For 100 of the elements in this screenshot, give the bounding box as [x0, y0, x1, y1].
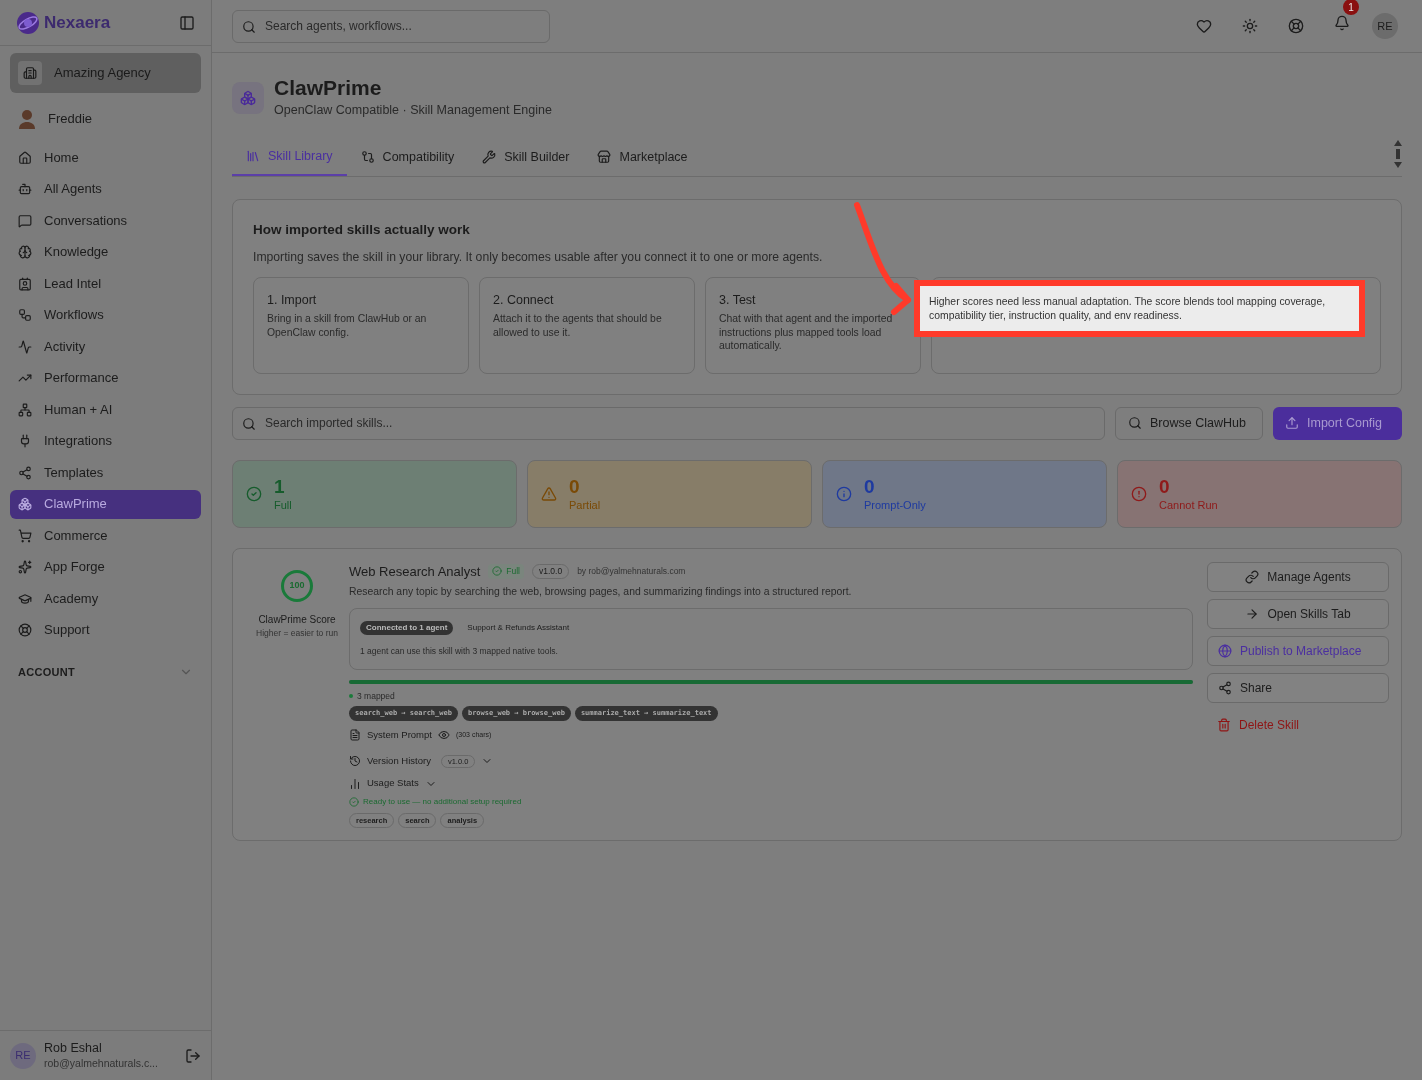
info-icon	[836, 485, 852, 502]
globe-icon	[1218, 643, 1232, 658]
nav-item[interactable]: App Forge	[10, 552, 201, 582]
lifebuoy-icon	[18, 623, 32, 637]
nav-item[interactable]: Conversations	[10, 206, 201, 235]
cubes-icon	[18, 497, 32, 511]
stat-label: Prompt-Only	[864, 498, 926, 513]
score-ring: 100	[281, 569, 313, 602]
score-hint: Higher = easier to run	[256, 626, 338, 640]
search-field[interactable]: Search agents, workflows...	[232, 9, 550, 43]
help-button[interactable]	[1288, 18, 1304, 34]
avatar-icon	[18, 109, 36, 129]
nav-item[interactable]: Integrations	[10, 426, 201, 456]
nav-item[interactable]: Templates	[10, 458, 201, 487]
stat-label: Partial	[569, 498, 601, 513]
search-icon	[242, 19, 256, 34]
persona-item[interactable]: Freddie	[10, 101, 201, 137]
nav-item[interactable]: Academy	[10, 584, 201, 613]
network-icon	[18, 402, 32, 417]
workspace-switcher[interactable]: Amazing Agency	[10, 53, 201, 93]
nav-item[interactable]: Activity	[10, 332, 201, 361]
upload-icon	[1285, 416, 1299, 431]
robot-icon	[18, 182, 32, 196]
chat-bubble-icon	[18, 213, 32, 228]
share-icon	[1218, 680, 1232, 695]
skill-description: Research any topic by searching the web, browsing pages, and summarizing findings into a structured report.	[349, 585, 853, 600]
tab[interactable]: Skill Library	[232, 138, 347, 176]
graduation-cap-icon	[18, 591, 32, 606]
nav-item[interactable]: All Agents	[10, 174, 201, 204]
document-icon	[349, 729, 361, 742]
theme-button[interactable]	[1242, 18, 1258, 34]
page-title: ClawPrime	[274, 75, 383, 101]
action-button[interactable]: Share	[1207, 672, 1389, 703]
nav-item[interactable]: Support	[10, 615, 201, 645]
view-prompt-button[interactable]	[437, 729, 450, 742]
sparkle-icon	[18, 560, 32, 574]
nav-item[interactable]: Performance	[10, 363, 201, 393]
account-section[interactable]: ACCOUNT	[10, 659, 201, 685]
alert-icon	[1131, 485, 1147, 502]
ready-status: Ready to use — no additional setup required	[363, 795, 522, 808]
stat-label: Cannot Run	[1159, 498, 1218, 513]
action-button[interactable]: Manage Agents	[1207, 561, 1389, 592]
search-icon	[1128, 416, 1142, 431]
score-label: ClawPrime Score	[258, 612, 336, 627]
step-title: 3. Test	[719, 291, 757, 309]
nav-item[interactable]: Home	[10, 143, 201, 172]
building-icon	[23, 66, 37, 80]
home-icon	[18, 150, 32, 165]
cart-icon	[18, 528, 32, 543]
compare-icon	[360, 150, 375, 164]
skill-search-field[interactable]: Search imported skills...	[232, 406, 1105, 440]
tab[interactable]: Marketplace	[583, 138, 702, 176]
section-title: How imported skills actually work	[253, 221, 471, 239]
store-icon	[597, 150, 612, 164]
step-title: 2. Connect	[493, 291, 555, 309]
step-text: Attach it to the agents that should be allowed to use it.	[493, 312, 663, 340]
scroll-arrows-icon	[1394, 140, 1402, 168]
usage-stats-toggle[interactable]: Usage Stats	[349, 776, 437, 791]
brand-name: Nexaera	[44, 11, 111, 34]
share-icon	[18, 465, 32, 480]
tooltip-text: Higher scores need less manual adaptation. The score blends tool mapping coverage, compatibility tier, instruction quality, and env readiness.	[929, 295, 1327, 322]
import-button[interactable]: Import Config	[1273, 406, 1402, 440]
browse-button[interactable]: Browse ClawHub	[1115, 406, 1263, 440]
favorites-button[interactable]	[1196, 18, 1212, 34]
nav-item[interactable]: Lead Intel	[10, 269, 201, 298]
history-icon	[349, 755, 361, 768]
nav-item[interactable]: Workflows	[10, 300, 201, 330]
pulse-icon	[18, 339, 32, 354]
nav-item[interactable]: Human + AI	[10, 395, 201, 424]
section-text: Importing saves the skill in your library. It only becomes usable after you connect it to one or more agents.	[253, 249, 824, 267]
nav-item[interactable]: ClawPrime	[10, 489, 201, 519]
connected-badge: Connected to 1 agent	[360, 620, 454, 635]
profile-avatar[interactable]: RE	[1372, 13, 1398, 39]
stat-label: Full	[274, 498, 292, 513]
skill-name: Web Research Analyst	[349, 562, 481, 581]
nav-item[interactable]: Commerce	[10, 521, 201, 550]
notifications-button[interactable]	[1334, 15, 1350, 31]
action-button[interactable]: Delete Skill	[1207, 709, 1389, 740]
action-button[interactable]: Publish to Marketplace	[1207, 635, 1389, 666]
tier-badge: Full	[488, 563, 524, 579]
nav-item[interactable]: Knowledge	[10, 237, 201, 267]
logo-icon	[16, 10, 40, 35]
step-text: Bring in a skill from ClawHub or an OpenClaw config.	[267, 312, 428, 340]
page-logo	[232, 81, 264, 114]
usage-note: 1 agent can use this skill with 3 mapped native tools.	[360, 644, 559, 658]
agent-name: Support & Refunds Assistant	[467, 621, 570, 634]
stat-value: 1	[274, 474, 286, 499]
user-email: rob@yalmehnaturals.c...	[44, 1056, 159, 1070]
wrench-icon	[482, 150, 497, 164]
logout-icon	[185, 1047, 201, 1064]
trash-icon	[1217, 717, 1231, 732]
notification-count: 1	[1343, 0, 1359, 15]
tab[interactable]: Skill Builder	[468, 138, 584, 176]
user-name: Rob Eshal	[44, 1041, 103, 1057]
tab[interactable]: Compatibility	[346, 138, 469, 176]
arrow-right-icon	[1245, 606, 1260, 621]
workflow-icon	[18, 308, 32, 322]
contact-card-icon	[18, 276, 32, 291]
action-button[interactable]: Open Skills Tab	[1207, 598, 1389, 629]
user-avatar: RE	[10, 1042, 36, 1069]
